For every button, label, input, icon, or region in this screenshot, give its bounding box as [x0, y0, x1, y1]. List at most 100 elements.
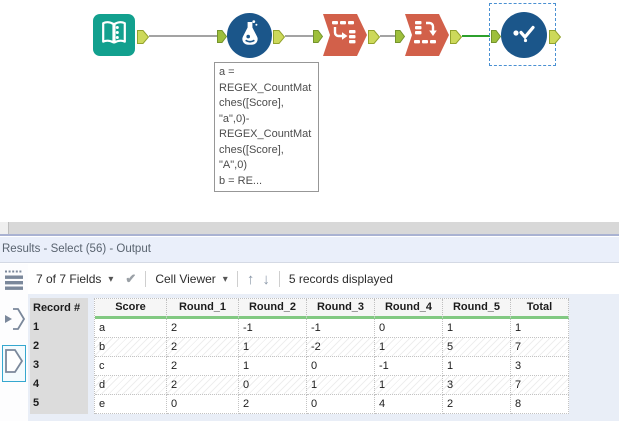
records-displayed-label: 5 records displayed — [288, 272, 393, 286]
connection-line — [149, 35, 217, 37]
toolbar-divider — [278, 271, 280, 287]
results-panel-title: Results - Select (56) - Output — [0, 237, 619, 263]
input-anchor-icon — [3, 305, 26, 338]
canvas-scrollbar[interactable] — [0, 222, 619, 234]
tool-crosstab[interactable] — [405, 14, 449, 56]
table-cell[interactable]: 8 — [511, 395, 569, 414]
output-anchor[interactable] — [549, 30, 562, 49]
table-cell[interactable]: 2 — [239, 395, 307, 414]
connection-line-selected — [462, 35, 490, 37]
table-cell[interactable]: 4 — [375, 395, 443, 414]
table-cell[interactable]: 1 — [375, 338, 443, 357]
column-header[interactable]: Round_4 — [375, 299, 443, 319]
input-anchor[interactable] — [313, 30, 324, 48]
table-cell[interactable]: -1 — [239, 319, 307, 338]
results-panel: 7 of 7 Fields ▾ ✔ Cell Viewer ▾ ↑ ↓ 5 re… — [0, 264, 619, 421]
column-header[interactable]: Round_1 — [167, 299, 239, 319]
workflow-messages-button[interactable] — [4, 269, 24, 298]
table-cell[interactable]: 2 — [167, 357, 239, 376]
output-anchor[interactable] — [273, 30, 286, 49]
table-cell[interactable]: 2 — [167, 338, 239, 357]
column-header[interactable]: Round_3 — [307, 299, 375, 319]
tool-text-input[interactable] — [93, 14, 135, 56]
column-header[interactable]: Round_5 — [443, 299, 511, 319]
output-anchor[interactable] — [137, 30, 150, 49]
beaker-icon — [235, 18, 265, 53]
table-cell[interactable]: 1 — [443, 357, 511, 376]
column-header[interactable]: Round_2 — [239, 299, 307, 319]
table-cell[interactable]: 1 — [307, 376, 375, 395]
table-cell[interactable]: 1 — [239, 357, 307, 376]
arrow-up-icon[interactable]: ↑ — [247, 271, 255, 288]
record-number[interactable]: 3 — [30, 356, 88, 375]
table-cell[interactable]: 7 — [511, 376, 569, 395]
tool-transpose[interactable] — [323, 14, 367, 56]
apply-check-icon[interactable]: ✔ — [125, 271, 136, 287]
arrow-down-icon[interactable]: ↓ — [262, 271, 270, 288]
table-cell[interactable]: 0 — [239, 376, 307, 395]
table-cell[interactable]: 1 — [511, 319, 569, 338]
results-table: Score Round_1 Round_2 Round_3 Round_4 Ro… — [94, 298, 569, 414]
tool-annotation[interactable]: a = REGEX_CountMat ches([Score], "a",0)-… — [214, 62, 319, 192]
messages-icon — [4, 269, 24, 298]
input-anchor-view-button[interactable] — [3, 305, 26, 338]
results-grid-area: Record # 1 2 3 4 5 Score Round_1 Round_2… — [28, 294, 619, 421]
table-cell[interactable]: 0 — [307, 395, 375, 414]
table-cell[interactable]: 3 — [443, 376, 511, 395]
connection-line — [285, 35, 313, 37]
record-number-column: Record # 1 2 3 4 5 — [30, 298, 88, 414]
toolbar-divider — [236, 271, 238, 287]
table-cell[interactable]: d — [95, 376, 167, 395]
table-cell[interactable]: 7 — [511, 338, 569, 357]
book-icon — [100, 19, 128, 52]
table-cell[interactable]: e — [95, 395, 167, 414]
column-header[interactable]: Total — [511, 299, 569, 319]
input-anchor[interactable] — [217, 30, 228, 48]
record-number[interactable]: 2 — [30, 337, 88, 356]
chevron-down-icon: ▾ — [222, 273, 228, 285]
tool-select[interactable] — [501, 12, 547, 58]
fields-dropdown-label: 7 of 7 Fields — [36, 272, 102, 286]
tool-formula[interactable] — [227, 13, 272, 58]
record-header[interactable]: Record # — [30, 298, 88, 318]
table-cell[interactable]: 0 — [375, 319, 443, 338]
alteryx-window: a = REGEX_CountMat ches([Score], "a",0)-… — [0, 0, 619, 421]
table-cell[interactable]: -1 — [307, 319, 375, 338]
select-check-icon — [508, 17, 540, 54]
column-header[interactable]: Score — [95, 299, 167, 319]
cell-viewer-dropdown[interactable]: Cell Viewer ▾ — [155, 272, 228, 286]
table-cell[interactable]: a — [95, 319, 167, 338]
cell-viewer-label: Cell Viewer — [155, 272, 216, 286]
record-number[interactable]: 4 — [30, 375, 88, 394]
chevron-down-icon: ▾ — [108, 273, 114, 285]
output-anchor-view-button[interactable] — [2, 345, 26, 382]
results-toolbar: 7 of 7 Fields ▾ ✔ Cell Viewer ▾ ↑ ↓ 5 re… — [28, 264, 619, 294]
table-cell[interactable]: b — [95, 338, 167, 357]
table-cell[interactable]: 5 — [443, 338, 511, 357]
workflow-canvas[interactable]: a = REGEX_CountMat ches([Score], "a",0)-… — [0, 0, 619, 222]
table-cell[interactable]: 3 — [511, 357, 569, 376]
output-anchor[interactable] — [450, 30, 463, 49]
connection-line — [380, 35, 395, 37]
table-cell[interactable]: 0 — [307, 357, 375, 376]
table-cell[interactable]: 1 — [239, 338, 307, 357]
table-cell[interactable]: -2 — [307, 338, 375, 357]
table-cell[interactable]: 2 — [167, 376, 239, 395]
scrollbar-thumb[interactable] — [0, 222, 9, 234]
table-cell[interactable]: c — [95, 357, 167, 376]
output-anchor[interactable] — [368, 30, 381, 49]
input-anchor[interactable] — [491, 30, 502, 48]
table-cell[interactable]: 0 — [167, 395, 239, 414]
fields-dropdown[interactable]: 7 of 7 Fields ▾ — [36, 272, 113, 286]
table-cell[interactable]: 1 — [375, 376, 443, 395]
table-cell[interactable]: 2 — [167, 319, 239, 338]
results-content: 7 of 7 Fields ▾ ✔ Cell Viewer ▾ ↑ ↓ 5 re… — [28, 264, 619, 421]
record-number[interactable]: 1 — [30, 318, 88, 337]
input-anchor[interactable] — [395, 30, 406, 48]
table-cell[interactable]: 2 — [443, 395, 511, 414]
toolbar-divider — [145, 271, 147, 287]
results-icon-strip — [0, 264, 28, 421]
record-number[interactable]: 5 — [30, 394, 88, 413]
table-cell[interactable]: 1 — [443, 319, 511, 338]
table-cell[interactable]: -1 — [375, 357, 443, 376]
